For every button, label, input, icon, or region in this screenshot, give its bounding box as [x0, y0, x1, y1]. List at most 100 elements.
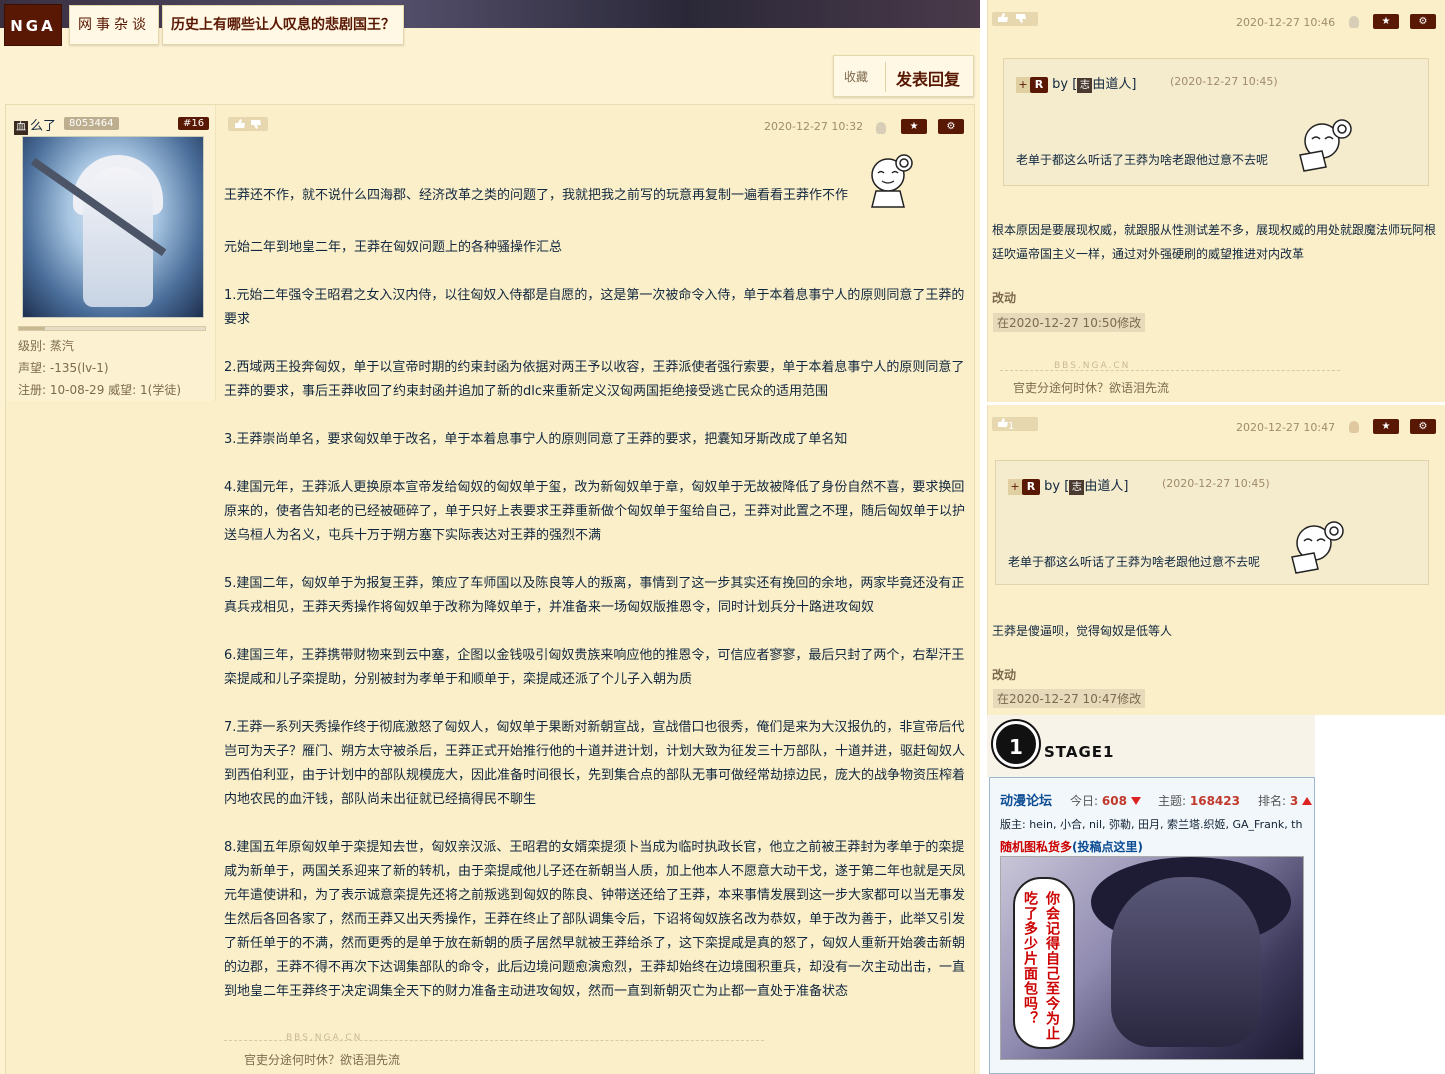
- reply-post: 1 2020-12-27 10:47 ★ ⚙ + R by [志由道人] (202…: [987, 405, 1445, 715]
- quote-date: (2020-12-27 10:45): [1162, 477, 1270, 490]
- post-paragraph: 3.王莽崇尚单名，要求匈奴单于改名，单于本着息事宁人的原则同意了王莽的要求，把囊…: [224, 432, 848, 447]
- breadcrumb-board[interactable]: 网事杂谈: [69, 5, 159, 45]
- nga-logo[interactable]: NGA: [4, 4, 62, 46]
- favorite-button[interactable]: 收藏: [844, 68, 868, 85]
- author-badge-icon: 血: [14, 121, 28, 135]
- thread-column: NGA 网事杂谈 历史上有哪些让人叹息的悲剧国王？ 收藏 发表回复 血么了 80…: [0, 0, 980, 1074]
- author-level: 级别: 蒸汽: [18, 339, 74, 353]
- author-reputation: 声望: -135(lv-1): [18, 361, 109, 375]
- thumbs-icon[interactable]: [996, 12, 1030, 24]
- chibi-sticker-icon: [1299, 119, 1352, 172]
- quote-date: (2020-12-27 10:45): [1170, 75, 1278, 88]
- like-dislike-buttons[interactable]: 1: [992, 417, 1038, 432]
- quote-header: + R by [志由道人]: [1008, 475, 1128, 495]
- rank-label: 排名:: [1258, 794, 1287, 808]
- level-progress-bar: [18, 326, 206, 331]
- avatar[interactable]: [22, 136, 204, 318]
- quote-block: + R by [志由道人] (2020-12-27 10:45) 老单于都这么听话…: [1003, 58, 1429, 186]
- quote-user[interactable]: 由道人: [1084, 479, 1123, 494]
- star-button[interactable]: ★: [901, 119, 927, 134]
- like-dislike-buttons[interactable]: [228, 117, 268, 131]
- plus-icon[interactable]: +: [1016, 77, 1030, 93]
- signature-divider: [224, 1040, 764, 1041]
- post-reply-button[interactable]: 发表回复: [896, 66, 960, 90]
- reply-text: 根本原因是要展现权威，就跟服从性测试差不多，展现权威的用处就跟魔法师玩阿根廷吹逼…: [992, 223, 1437, 261]
- star-button[interactable]: ★: [1373, 14, 1399, 29]
- meme-text: 你会记得自己至今为止: [1044, 891, 1060, 1041]
- rank-value: 3: [1289, 794, 1299, 808]
- post-16: 血么了 8053464 #16 级别: 蒸汽 声望: -135(lv-1) 注册…: [5, 104, 975, 1074]
- quote-by: by: [1044, 479, 1061, 494]
- post-paragraph: 1.元始二年强令王昭君之女入汉内侍，以往匈奴入侍都是自愿的，这是第一次被命令入侍…: [224, 288, 965, 327]
- author-name[interactable]: 血么了: [14, 115, 56, 135]
- submit-link[interactable]: (投稿点这里): [1072, 840, 1143, 854]
- user-badge-icon: 志: [1077, 78, 1093, 93]
- today-count: 今日: 608: [1070, 792, 1141, 809]
- apple-device-icon: [876, 122, 886, 134]
- rank: 排名: 3: [1258, 792, 1313, 809]
- reply-badge-icon[interactable]: R: [1030, 77, 1048, 93]
- post-paragraph: 6.建国三年，王莽携带财物来到云中塞，企图以金钱吸引匈奴贵族来响应他的推恩令，可…: [224, 648, 965, 687]
- forum-box: 动漫论坛 今日: 608 主题: 168423 排名: 3 版主: hein, …: [989, 777, 1315, 1074]
- thread-actions: 收藏 发表回复: [833, 55, 974, 97]
- gear-button[interactable]: ⚙: [1410, 419, 1436, 434]
- topic-count: 主题: 168423: [1158, 792, 1240, 809]
- author-name-text[interactable]: 么了: [30, 119, 56, 134]
- stage-number-icon: 1: [993, 721, 1039, 767]
- post-paragraph: 4.建国元年，王莽派人更换原本宣帝发给匈奴的匈奴单于玺，改为新匈奴单于章，匈奴单…: [224, 480, 966, 543]
- edit-label: 改动: [992, 668, 1017, 682]
- moderator-list[interactable]: 版主: hein, 小合, nil, 弥勒, 田月, 索兰塔.织姬, GA_Fr…: [1000, 816, 1316, 832]
- post-date: 2020-12-27 10:32: [764, 120, 864, 133]
- star-button[interactable]: ★: [1373, 419, 1399, 434]
- signature-divider: [1000, 370, 1340, 371]
- random-image-link[interactable]: 随机图私货多(投稿点这里): [1000, 838, 1143, 855]
- gear-button[interactable]: ⚙: [1410, 14, 1436, 29]
- random-label[interactable]: 随机图私货多: [1000, 840, 1072, 854]
- plus-icon[interactable]: +: [1008, 479, 1022, 495]
- post-paragraph: 8.建国五年原匈奴单于栾提知去世，匈奴亲汉派、王昭君的女婿栾提须卜当成为临时执政…: [224, 840, 966, 999]
- author-panel: 血么了 8053464 #16 级别: 蒸汽 声望: -135(lv-1) 注册…: [6, 105, 216, 401]
- edit-label: 改动: [992, 291, 1017, 305]
- apple-device-icon: [1349, 16, 1359, 28]
- quote-block: + R by [志由道人] (2020-12-27 10:45) 老单于都这么听话…: [995, 460, 1429, 585]
- edited-notice: 在2020-12-27 10:50修改: [993, 313, 1146, 332]
- arrow-down-icon: [1130, 797, 1141, 805]
- post-paragraph: 元始二年到地皇二年，王莽在匈奴问题上的各种骚操作汇总: [224, 240, 563, 255]
- signature: 官吏分途何时休？欲语泪先流: [1013, 381, 1170, 395]
- topics-value: 168423: [1189, 794, 1240, 808]
- floor-number[interactable]: #16: [178, 117, 210, 130]
- meme-text: 吃了多少片面包吗？: [1022, 891, 1038, 1026]
- reply-text: 王莽是傻逼呗，觉得匈奴是低等人: [992, 624, 1173, 638]
- reply-post: 2020-12-27 10:46 ★ ⚙ + R by [志由道人] (2020-…: [987, 0, 1445, 402]
- thumbs-up-icon[interactable]: [996, 417, 1008, 429]
- post-paragraph: 2.西域两王投奔匈奴，单于以宣帝时期的约束封函为依据对两王予以收容，王莽派使者强…: [224, 360, 965, 399]
- like-dislike-buttons[interactable]: [992, 12, 1038, 26]
- topics-label: 主题:: [1158, 794, 1187, 808]
- quote-by: by: [1052, 77, 1069, 92]
- divider: [885, 62, 886, 92]
- watermark: BBS.NGA.CN: [286, 1033, 363, 1043]
- stage-header: 1 STAGE1: [987, 715, 1315, 777]
- author-uid: 8053464: [64, 117, 119, 130]
- stage-title: STAGE1: [1044, 743, 1115, 761]
- reply-badge-icon[interactable]: R: [1022, 479, 1040, 495]
- chibi-sticker-icon: [1291, 521, 1344, 574]
- reply-date: 2020-12-27 10:46: [1236, 16, 1336, 29]
- like-count: 1: [1008, 421, 1015, 432]
- breadcrumb-thread-title[interactable]: 历史上有哪些让人叹息的悲剧国王？: [162, 5, 404, 45]
- post-paragraph: 王莽还不作，就不说什么四海郡、经济改革之类的问题了，我就把我之前写的玩意再复制一…: [224, 188, 849, 203]
- level-progress-fill: [19, 327, 46, 330]
- gear-button[interactable]: ⚙: [938, 119, 964, 134]
- random-image[interactable]: 你会记得自己至今为止 吃了多少片面包吗？: [1000, 856, 1304, 1060]
- quote-header: + R by [志由道人]: [1016, 73, 1136, 93]
- post-body: 2020-12-27 10:32 ★ ⚙ 王莽还不作，就不说什么四海郡、经济改革…: [224, 105, 969, 1074]
- forum-name-link[interactable]: 动漫论坛: [1000, 790, 1052, 809]
- thumbs-icon[interactable]: [233, 118, 263, 130]
- stage-widget: 1 STAGE1 动漫论坛 今日: 608 主题: 168423 排名: 3 版…: [987, 715, 1315, 1074]
- android-device-icon: [1349, 421, 1359, 433]
- user-badge-icon: 志: [1069, 480, 1085, 495]
- quote-user[interactable]: 由道人: [1092, 77, 1131, 92]
- quote-text: 老单于都这么听话了王莽为啥老跟他过意不去呢: [1016, 153, 1269, 167]
- today-label: 今日:: [1070, 794, 1099, 808]
- author-registered: 注册: 10-08-29 威望: 1(学徒): [18, 383, 181, 397]
